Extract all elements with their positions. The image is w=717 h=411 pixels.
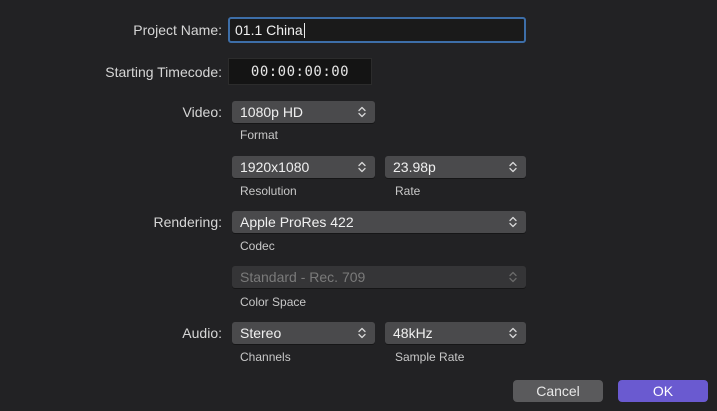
- chevron-updown-icon: [508, 270, 518, 284]
- cancel-button[interactable]: Cancel: [513, 380, 603, 402]
- chevron-updown-icon: [508, 326, 518, 340]
- starting-timecode-value: 00:00:00:00: [250, 63, 350, 80]
- chevron-updown-icon: [357, 160, 367, 174]
- channels-popup[interactable]: Stereo: [232, 322, 375, 344]
- channels-caption: Channels: [240, 350, 291, 364]
- starting-timecode-label: Starting Timecode:: [105, 64, 222, 80]
- project-name-input[interactable]: 01.1 China: [228, 17, 526, 43]
- resolution-caption: Resolution: [240, 184, 297, 198]
- chevron-updown-icon: [508, 215, 518, 229]
- format-value: 1080p HD: [240, 104, 304, 120]
- rate-value: 23.98p: [393, 159, 436, 175]
- rate-popup[interactable]: 23.98p: [385, 156, 526, 178]
- rate-caption: Rate: [395, 184, 421, 198]
- sample-rate-caption: Sample Rate: [395, 350, 465, 364]
- sample-rate-value: 48kHz: [393, 325, 433, 341]
- codec-caption: Codec: [240, 239, 275, 253]
- video-label: Video:: [182, 104, 222, 120]
- ok-button[interactable]: OK: [618, 380, 708, 402]
- project-name-label: Project Name:: [133, 22, 222, 38]
- format-caption: Format: [240, 128, 279, 142]
- resolution-value: 1920x1080: [240, 159, 310, 175]
- channels-value: Stereo: [240, 325, 282, 341]
- codec-popup[interactable]: Apple ProRes 422: [232, 211, 526, 233]
- color-space-value: Standard - Rec. 709: [240, 269, 366, 285]
- text-caret: [303, 22, 305, 38]
- codec-value: Apple ProRes 422: [240, 214, 354, 230]
- rendering-label: Rendering:: [153, 214, 223, 230]
- starting-timecode-field[interactable]: 00:00:00:00: [228, 58, 372, 85]
- chevron-updown-icon: [357, 326, 367, 340]
- audio-label: Audio:: [182, 325, 222, 341]
- color-space-caption: Color Space: [240, 295, 307, 309]
- color-space-popup: Standard - Rec. 709: [232, 266, 526, 288]
- resolution-popup[interactable]: 1920x1080: [232, 156, 375, 178]
- project-settings-dialog: Project Name: 01.1 China Starting Timeco…: [0, 0, 717, 411]
- project-name-value: 01.1 China: [235, 22, 303, 38]
- format-popup[interactable]: 1080p HD: [232, 101, 375, 123]
- sample-rate-popup[interactable]: 48kHz: [385, 322, 526, 344]
- chevron-updown-icon: [357, 105, 367, 119]
- chevron-updown-icon: [508, 160, 518, 174]
